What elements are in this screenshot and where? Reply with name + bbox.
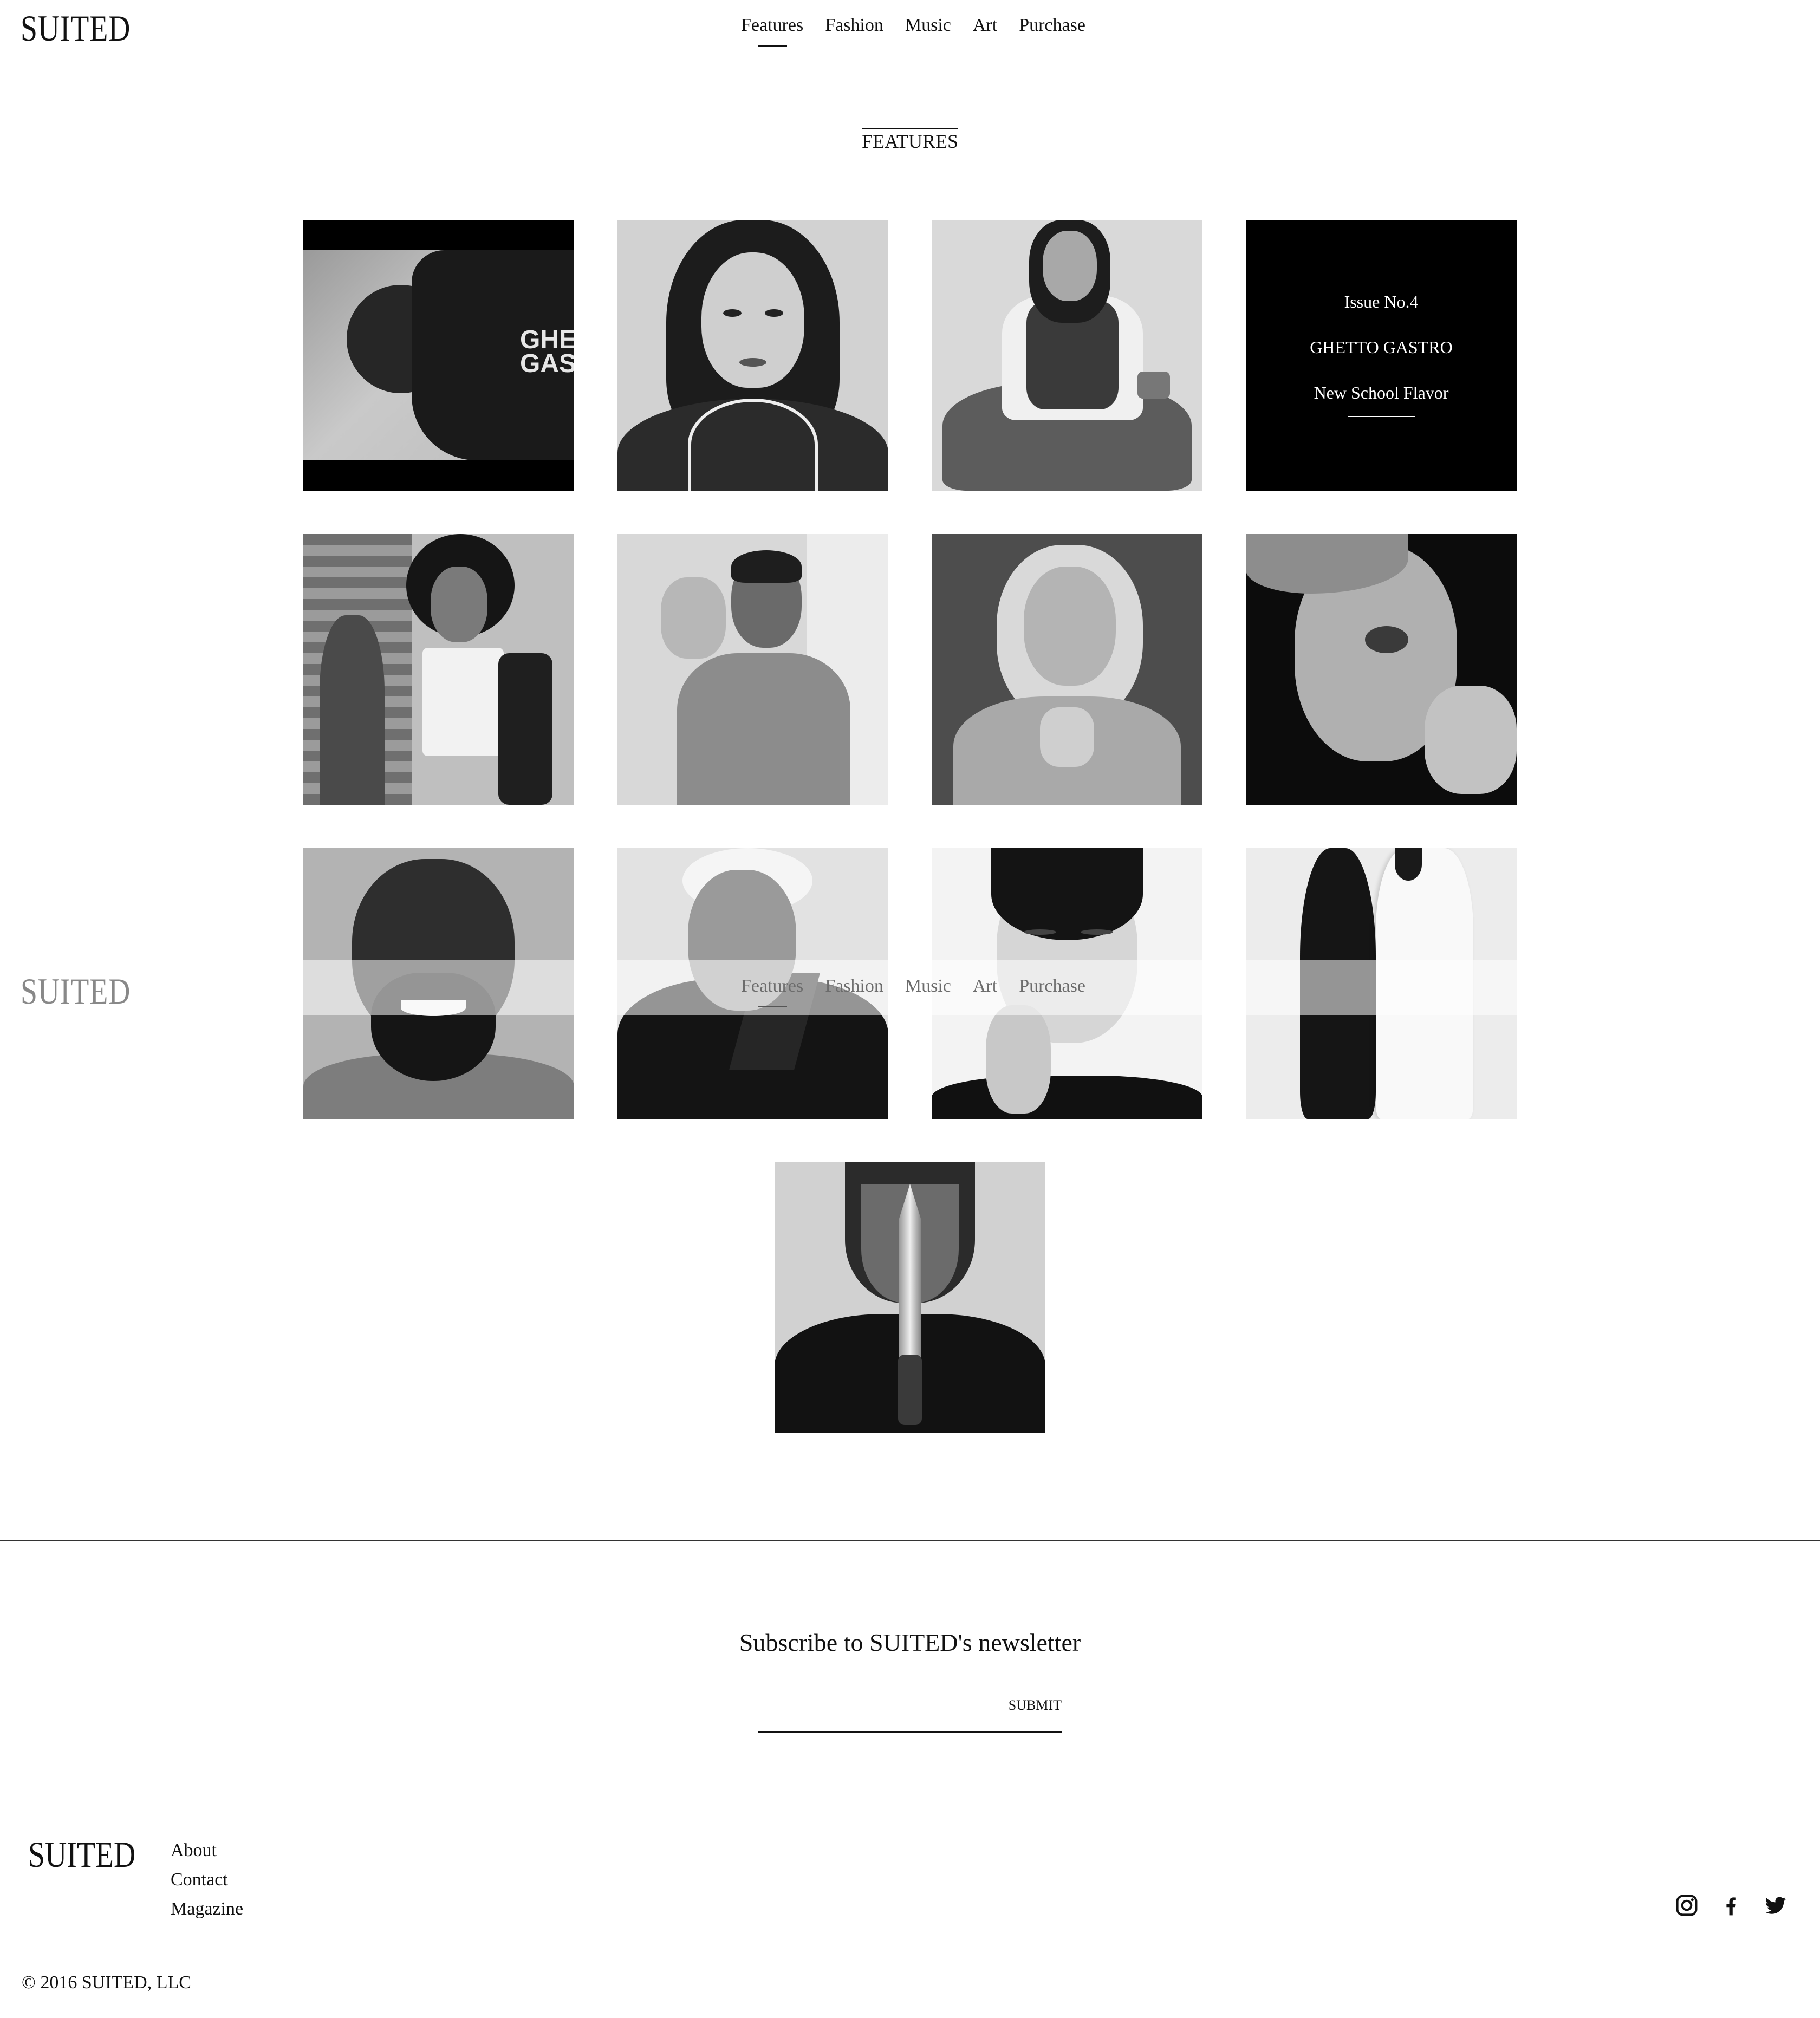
feature-tile-portrait-woman-pajamas[interactable] [618, 220, 888, 491]
footer-link-magazine[interactable]: Magazine [171, 1899, 243, 1928]
submit-button[interactable]: SUBMIT [1009, 1697, 1062, 1714]
sticky-nav-features[interactable]: Features [741, 976, 803, 997]
background-figure [320, 615, 385, 805]
shirt-print: GHE GAS [520, 326, 574, 378]
top-shape [932, 1076, 1202, 1119]
face-shape [1043, 231, 1097, 301]
sticky-logo[interactable]: SUITED [21, 973, 131, 1010]
site-logo[interactable]: SUITED [21, 10, 131, 47]
hair-shape [991, 848, 1143, 940]
nav-purchase[interactable]: Purchase [1019, 15, 1086, 36]
head-shape [1395, 848, 1422, 881]
eye-shape [723, 309, 742, 317]
nav-fashion[interactable]: Fashion [825, 15, 883, 36]
main-nav: Features Fashion Music Art Purchase [741, 15, 1086, 36]
newsletter-title: Subscribe to SUITED's newsletter [739, 1629, 1081, 1656]
issue-subtitle: New School Flavor [1314, 383, 1449, 402]
nav-features[interactable]: Features [741, 15, 803, 36]
chest-shape [677, 653, 850, 805]
tank-top-shape [422, 648, 504, 756]
newsletter-form: SUBMIT [758, 1695, 1062, 1733]
footer-links: About Contact Magazine [171, 1840, 243, 1928]
section-title: FEATURES [0, 128, 1820, 153]
nav-music[interactable]: Music [905, 15, 951, 36]
sticky-nav-art[interactable]: Art [973, 976, 997, 997]
jacket-shape [498, 653, 552, 805]
footer-link-about[interactable]: About [171, 1840, 243, 1870]
sticky-nav-music[interactable]: Music [905, 976, 951, 997]
facebook-icon[interactable] [1719, 1893, 1743, 1917]
face-shape [1024, 567, 1116, 686]
mask-shape [661, 577, 726, 659]
feature-tile-street-portrait[interactable] [303, 534, 574, 805]
footer-logo[interactable]: SUITED [28, 1836, 135, 1873]
sticky-nav-fashion[interactable]: Fashion [825, 976, 883, 997]
issue-title: GHETTO GASTRO [1310, 337, 1453, 357]
brow-shape [1024, 929, 1056, 935]
shirt-print-line1: GHE [520, 326, 574, 354]
copyright: © 2016 SUITED, LLC [22, 1973, 191, 1993]
sticky-nav: Features Fashion Music Art Purchase [741, 976, 1086, 997]
instagram-icon[interactable] [1675, 1893, 1699, 1917]
footer-divider [0, 1540, 1820, 1541]
hand-shape [986, 1005, 1051, 1114]
social-links [1675, 1893, 1787, 1917]
collar-trim [688, 399, 818, 491]
newsletter-email-input[interactable] [758, 1695, 997, 1731]
sticky-nav-purchase[interactable]: Purchase [1019, 976, 1086, 997]
feature-tile-man-with-mask[interactable] [618, 534, 888, 805]
feature-tile-man-with-knife[interactable] [775, 1162, 1045, 1433]
issue-card[interactable]: Issue No.4 GHETTO GASTRO New School Flav… [1246, 220, 1517, 491]
shoes-shape [1138, 372, 1170, 399]
twitter-icon[interactable] [1764, 1893, 1787, 1917]
issue-number: Issue No.4 [1344, 292, 1419, 311]
hands-shape [1040, 707, 1094, 767]
lips-shape [739, 358, 766, 367]
eye-shape [765, 309, 783, 317]
feature-tile-blonde-portrait[interactable] [932, 534, 1202, 805]
face-shape [431, 567, 487, 642]
brow-shape [1081, 929, 1113, 935]
hand-shape [1425, 686, 1517, 794]
nav-art[interactable]: Art [973, 15, 997, 36]
feature-tile-video[interactable]: GHE GAS [303, 220, 574, 491]
shirt-print-line2: GAS [520, 349, 574, 378]
footer-link-contact[interactable]: Contact [171, 1870, 243, 1899]
face-shape [701, 252, 804, 388]
sticky-header: SUITED Features Fashion Music Art Purcha… [0, 960, 1820, 1015]
hair-shape [731, 550, 802, 583]
knife-handle [898, 1355, 922, 1425]
issue-rule [1348, 416, 1415, 417]
feature-tile-seated-model[interactable] [932, 220, 1202, 491]
knife-blade [899, 1184, 921, 1357]
eye-shape [1365, 626, 1408, 653]
feature-tile-face-hands[interactable] [1246, 534, 1517, 805]
section-title-text: FEATURES [861, 128, 959, 153]
